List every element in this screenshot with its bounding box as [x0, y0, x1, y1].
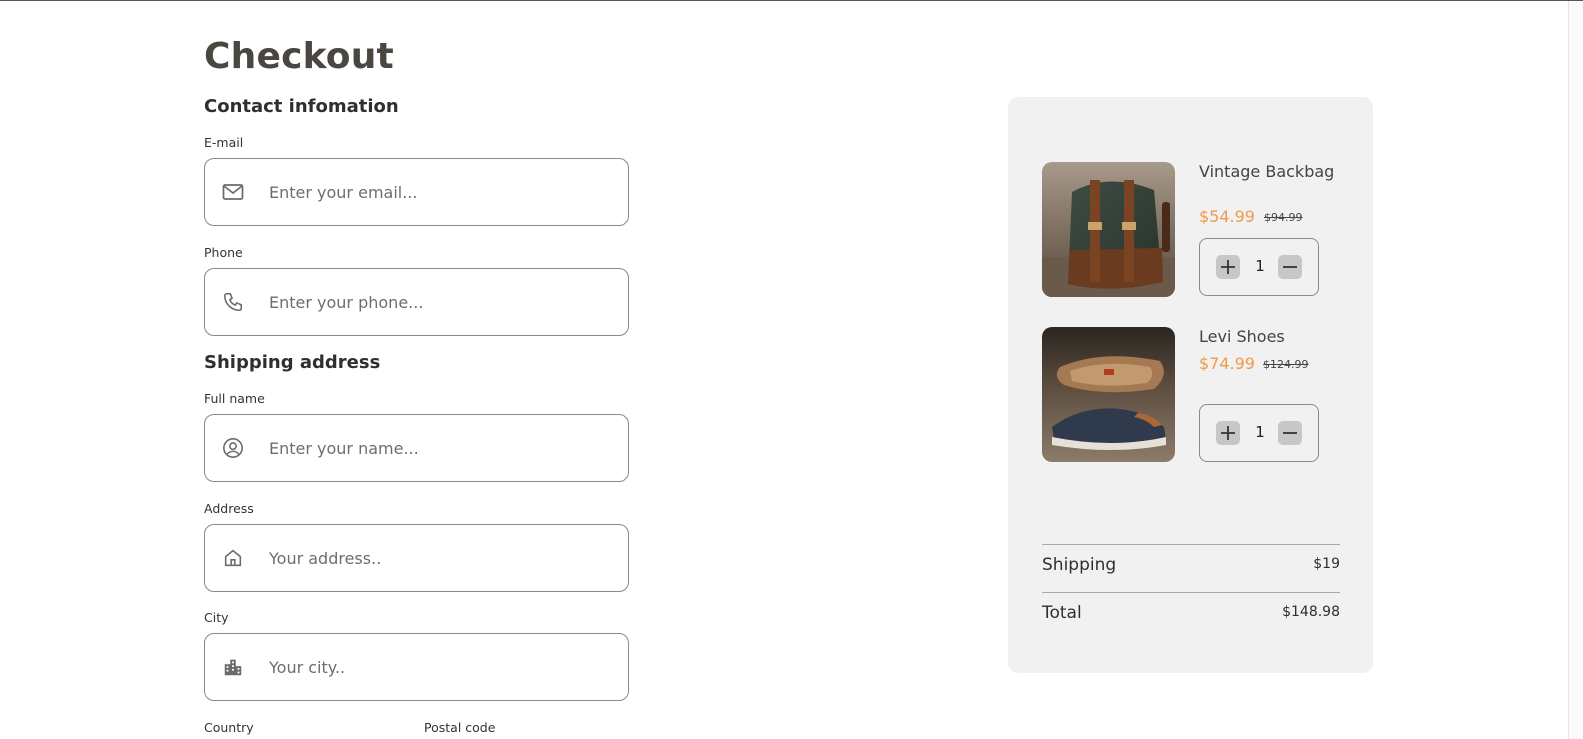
backpack-product-image — [1042, 162, 1175, 297]
total-value: $148.98 — [1282, 604, 1340, 620]
plus-icon — [1221, 260, 1235, 274]
increase-quantity-button[interactable] — [1216, 255, 1240, 279]
item-old-price: $124.99 — [1263, 358, 1309, 371]
cart-item: Levi Shoes $74.99 $124.99 1 — [1042, 327, 1352, 463]
page-title: Checkout — [204, 36, 394, 77]
page-scrollbar[interactable] — [1568, 1, 1583, 739]
email-label: E-mail — [204, 135, 244, 150]
phone-field — [204, 268, 629, 336]
total-label: Total — [1042, 603, 1082, 623]
shipping-value: $19 — [1313, 556, 1340, 572]
item-name: Levi Shoes — [1199, 327, 1285, 346]
city-input[interactable] — [269, 657, 599, 677]
contact-section-heading: Contact infomation — [204, 96, 399, 117]
full-name-label: Full name — [204, 391, 265, 406]
email-field — [204, 158, 629, 226]
quantity-stepper: 1 — [1199, 404, 1319, 462]
item-name: Vintage Backbag — [1199, 162, 1335, 181]
country-label: Country — [204, 720, 254, 735]
item-old-price: $94.99 — [1264, 211, 1303, 224]
shipping-label: Shipping — [1042, 555, 1117, 575]
minus-icon — [1283, 266, 1297, 268]
increase-quantity-button[interactable] — [1216, 421, 1240, 445]
address-field — [204, 524, 629, 592]
minus-icon — [1283, 432, 1297, 434]
decrease-quantity-button[interactable] — [1278, 255, 1302, 279]
user-circle-icon — [222, 437, 244, 459]
shoes-product-image — [1042, 327, 1175, 462]
window-top-border — [0, 0, 1583, 1]
building-icon — [222, 656, 244, 678]
mail-icon — [222, 181, 244, 203]
phone-icon — [222, 291, 244, 313]
email-input[interactable] — [269, 182, 599, 202]
city-field — [204, 633, 629, 701]
order-summary: Vintage Backbag $54.99 $94.99 1 Levi Sho… — [1008, 97, 1373, 673]
plus-icon — [1221, 426, 1235, 440]
item-price: $74.99 — [1199, 354, 1255, 373]
address-input[interactable] — [269, 548, 599, 568]
shipping-section-heading: Shipping address — [204, 352, 381, 373]
address-label: Address — [204, 501, 254, 516]
decrease-quantity-button[interactable] — [1278, 421, 1302, 445]
postal-code-label: Postal code — [424, 720, 496, 735]
quantity-value: 1 — [1255, 423, 1265, 441]
item-price: $54.99 — [1199, 207, 1255, 226]
summary-divider — [1042, 544, 1340, 545]
city-label: City — [204, 610, 229, 625]
home-icon — [222, 547, 244, 569]
full-name-input[interactable] — [269, 438, 599, 458]
full-name-field — [204, 414, 629, 482]
phone-input[interactable] — [269, 292, 599, 312]
phone-label: Phone — [204, 245, 243, 260]
quantity-stepper: 1 — [1199, 238, 1319, 296]
cart-item: Vintage Backbag $54.99 $94.99 1 — [1042, 162, 1352, 298]
quantity-value: 1 — [1255, 257, 1265, 275]
summary-divider — [1042, 592, 1340, 593]
